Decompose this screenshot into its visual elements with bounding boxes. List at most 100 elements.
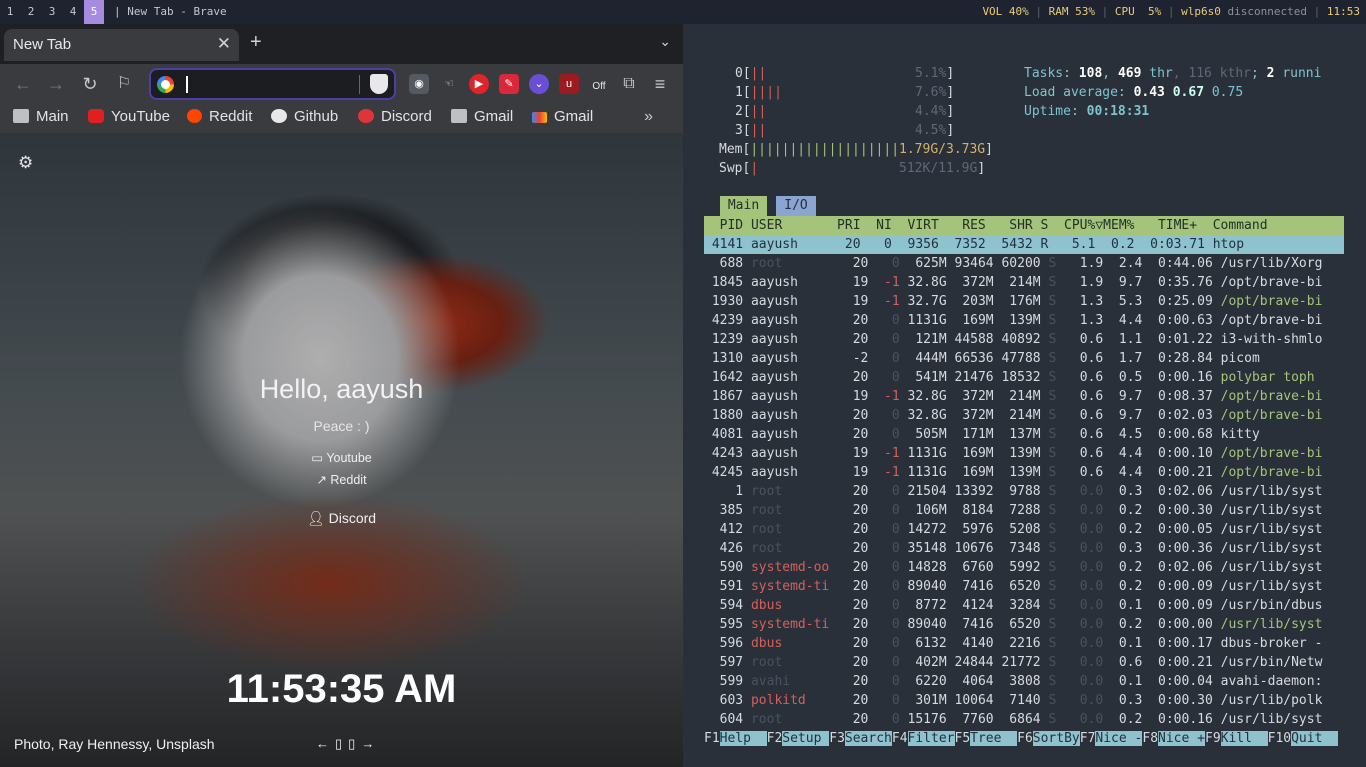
menu-icon[interactable]: ≡	[650, 74, 670, 94]
process-row[interactable]: 1930 aayush 19 -1 32.7G 203M 176M S 1.3 …	[704, 292, 1344, 311]
bookmark-main[interactable]: Main	[13, 108, 69, 125]
forward-icon[interactable]: →	[46, 74, 66, 94]
link-youtube[interactable]: ▭ Youtube	[0, 450, 683, 465]
fkey-f6[interactable]: F6	[1017, 731, 1033, 746]
brave-shields-icon[interactable]	[370, 74, 388, 94]
process-row[interactable]: 1239 aayush 20 0 121M 44588 40892 S 0.6 …	[704, 330, 1344, 349]
fkey-f1[interactable]: F1	[704, 731, 720, 746]
pause-icon[interactable]: ▯▯	[335, 736, 361, 751]
photo-credit[interactable]: Photo, Ray Hennessy, Unsplash	[14, 736, 215, 752]
process-row[interactable]: 688 root 20 0 625M 93464 60200 S 1.9 2.4…	[704, 254, 1344, 273]
discord-icon	[358, 109, 374, 123]
bookmark-gmail-folder[interactable]: Gmail	[451, 108, 513, 125]
fkey-label[interactable]: Help	[719, 731, 767, 746]
fkey-label[interactable]: Tree	[970, 731, 1018, 746]
process-row[interactable]: 426 root 20 0 35148 10676 7348 S 0.0 0.3…	[704, 539, 1344, 558]
selected-process-row[interactable]: 4141 aayush 20 0 9356 7352 5432 R 5.1 0.…	[704, 235, 1344, 254]
fkey-f7[interactable]: F7	[1080, 731, 1096, 746]
extension-wand-icon[interactable]: ✎	[499, 74, 519, 94]
workspace-2[interactable]: 2	[21, 0, 41, 24]
workspace-3[interactable]: 3	[42, 0, 62, 24]
terminal-htop: 0[|| 5.1%] 1[|||| 7.6%] 2[|| 4.4%] 3[|| …	[683, 24, 1366, 767]
extension-off-icon[interactable]: Off	[589, 72, 609, 96]
extension-play-icon[interactable]: ▶	[469, 74, 489, 94]
google-icon	[157, 76, 174, 93]
fkey-label[interactable]: Kill	[1220, 731, 1268, 746]
process-row[interactable]: 4245 aayush 19 -1 1131G 169M 139M S 0.6 …	[704, 463, 1344, 482]
chevron-right-icon[interactable]: →	[361, 736, 380, 751]
fkey-label[interactable]: Search	[844, 731, 892, 746]
ublock-icon[interactable]: u	[559, 74, 579, 94]
plus-icon[interactable]: +	[250, 31, 262, 54]
fkey-label[interactable]: Nice -	[1095, 731, 1143, 746]
process-row[interactable]: 1 root 20 0 21504 13392 9788 S 0.0 0.3 0…	[704, 482, 1344, 501]
process-row[interactable]: 604 root 20 0 15176 7760 6864 S 0.0 0.2 …	[704, 710, 1344, 729]
process-row[interactable]: 412 root 20 0 14272 5976 5208 S 0.0 0.2 …	[704, 520, 1344, 539]
bookmark-youtube[interactable]: YouTube	[88, 108, 170, 125]
fkey-label[interactable]: SortBy	[1032, 731, 1080, 746]
fkey-f10[interactable]: F10	[1268, 731, 1291, 746]
process-row[interactable]: 590 systemd-oo 20 0 14828 6760 5992 S 0.…	[704, 558, 1344, 577]
user-plus-icon: 👤︎	[306, 510, 329, 526]
fkey-label[interactable]: Filter	[907, 731, 955, 746]
extension-spy-icon[interactable]: ◉	[409, 74, 429, 94]
extension-chevron-icon[interactable]: ⌄	[529, 74, 549, 94]
tab-io[interactable]: I/O	[776, 196, 816, 216]
network-interface: wlp6s0	[1181, 5, 1221, 18]
process-row[interactable]: 1642 aayush 20 0 541M 21476 18532 S 0.6 …	[704, 368, 1344, 387]
reload-icon[interactable]: ↻	[80, 74, 100, 94]
tab-main[interactable]: Main	[720, 196, 767, 216]
process-row[interactable]: 385 root 20 0 106M 8184 7288 S 0.0 0.2 0…	[704, 501, 1344, 520]
process-row[interactable]: 1867 aayush 19 -1 32.8G 372M 214M S 0.6 …	[704, 387, 1344, 406]
process-row[interactable]: 603 polkitd 20 0 301M 10064 7140 S 0.0 0…	[704, 691, 1344, 710]
extension-hand-icon[interactable]: ☜	[439, 74, 459, 94]
process-row[interactable]: 596 dbus 20 0 6132 4140 2216 S 0.0 0.1 0…	[704, 634, 1344, 653]
process-row[interactable]: 1310 aayush -2 0 444M 66536 47788 S 0.6 …	[704, 349, 1344, 368]
process-row[interactable]: 1845 aayush 19 -1 32.8G 372M 214M S 1.9 …	[704, 273, 1344, 292]
fkey-f5[interactable]: F5	[955, 731, 971, 746]
chevron-double-right-icon[interactable]: »	[644, 108, 653, 126]
link-reddit[interactable]: ↗ Reddit	[0, 472, 683, 487]
fkey-label[interactable]: Setup	[782, 731, 830, 746]
tab-new-tab[interactable]: New Tab ✕	[4, 29, 239, 61]
bookmark-reddit[interactable]: Reddit	[187, 108, 252, 125]
bar-modules: VOL 40% | RAM 53% | CPU 5% | wlp6s0 disc…	[982, 5, 1360, 18]
gear-icon[interactable]: ⚙	[18, 153, 33, 173]
fkey-f2[interactable]: F2	[767, 731, 783, 746]
process-row[interactable]: 4081 aayush 20 0 505M 171M 137M S 0.6 4.…	[704, 425, 1344, 444]
process-row[interactable]: 595 systemd-ti 20 0 89040 7416 6520 S 0.…	[704, 615, 1344, 634]
workspace-4[interactable]: 4	[63, 0, 83, 24]
process-row[interactable]: 594 dbus 20 0 8772 4124 3284 S 0.0 0.1 0…	[704, 596, 1344, 615]
bookmark-github[interactable]: Github	[271, 108, 338, 125]
chevron-left-icon[interactable]: ←	[316, 736, 335, 751]
subtitle: Peace : )	[313, 418, 370, 434]
bookmark-label: Gmail	[554, 108, 594, 125]
process-table-header[interactable]: PID USER PRI NI VIRT RES SHR S CPU%▽MEM%…	[704, 216, 1344, 235]
link-discord[interactable]: 👤︎ Discord	[0, 510, 683, 527]
fkey-f8[interactable]: F8	[1142, 731, 1158, 746]
chevron-down-icon[interactable]: ⌄	[659, 33, 671, 50]
process-row[interactable]: 597 root 20 0 402M 24844 21772 S 0.0 0.6…	[704, 653, 1344, 672]
workspace-5[interactable]: 5	[84, 0, 104, 24]
workspace-1[interactable]: 1	[0, 0, 20, 24]
close-icon[interactable]: ✕	[217, 34, 231, 54]
volume-module[interactable]: VOL 40%	[982, 5, 1028, 18]
bar-clock: 11:53	[1326, 5, 1360, 18]
address-bar[interactable]	[149, 68, 396, 100]
arrow-up-right-icon: ↗	[316, 473, 331, 487]
process-row[interactable]: 4243 aayush 19 -1 1131G 169M 139M S 0.6 …	[704, 444, 1344, 463]
extensions-icon[interactable]: ⧉	[619, 74, 639, 94]
bookmark-icon[interactable]: ⚐	[114, 74, 134, 94]
bookmark-discord[interactable]: Discord	[358, 108, 432, 125]
process-row[interactable]: 591 systemd-ti 20 0 89040 7416 6520 S 0.…	[704, 577, 1344, 596]
fkey-f3[interactable]: F3	[829, 731, 845, 746]
fkey-f9[interactable]: F9	[1205, 731, 1221, 746]
fkey-label[interactable]: Nice +	[1158, 731, 1205, 746]
process-row[interactable]: 1880 aayush 20 0 32.8G 372M 214M S 0.6 9…	[704, 406, 1344, 425]
fkey-label[interactable]: Quit	[1291, 731, 1339, 746]
process-row[interactable]: 4239 aayush 20 0 1131G 169M 139M S 1.3 4…	[704, 311, 1344, 330]
bookmark-gmail[interactable]: Gmail	[532, 108, 593, 125]
process-row[interactable]: 599 avahi 20 0 6220 4064 3808 S 0.0 0.1 …	[704, 672, 1344, 691]
fkey-f4[interactable]: F4	[892, 731, 908, 746]
back-icon[interactable]: ←	[13, 74, 33, 94]
